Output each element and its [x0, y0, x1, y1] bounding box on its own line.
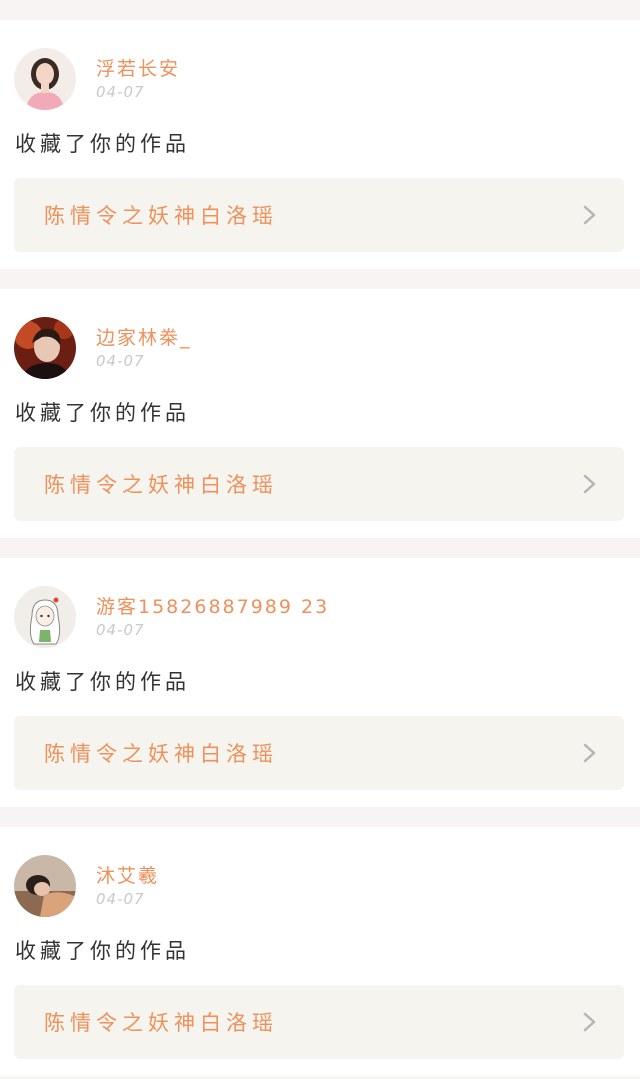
user-name[interactable]: 浮若长安 — [96, 54, 180, 81]
section-gap — [0, 269, 640, 289]
action-text: 收藏了你的作品 — [15, 401, 190, 425]
user-avatar[interactable] — [14, 48, 76, 110]
notification-item: 边家林桊_ 04-07 收藏了你的作品 陈情令之妖神白洛瑶 — [0, 289, 640, 538]
notification-item: 浮若长安 04-07 收藏了你的作品 陈情令之妖神白洛瑶 — [0, 20, 640, 269]
action-text: 收藏了你的作品 — [15, 670, 190, 694]
work-link[interactable]: 陈情令之妖神白洛瑶 — [14, 985, 624, 1059]
section-gap — [0, 538, 640, 558]
post-time: 04-07 — [96, 890, 145, 908]
work-title: 陈情令之妖神白洛瑶 — [44, 473, 278, 497]
action-text: 收藏了你的作品 — [15, 939, 190, 963]
user-name[interactable]: 边家林桊_ — [96, 323, 192, 350]
notification-item: 沐艾羲 04-07 收藏了你的作品 陈情令之妖神白洛瑶 — [0, 827, 640, 1076]
chevron-right-icon — [582, 742, 598, 764]
user-name[interactable]: 沐艾羲 — [96, 861, 159, 888]
work-title: 陈情令之妖神白洛瑶 — [44, 204, 278, 228]
avatar-man-red-background-icon — [14, 317, 76, 379]
avatar-person-lying-icon — [14, 855, 76, 917]
user-avatar[interactable] — [14, 317, 76, 379]
work-link[interactable]: 陈情令之妖神白洛瑶 — [14, 178, 624, 252]
post-time: 04-07 — [96, 352, 145, 370]
chevron-right-icon — [582, 204, 598, 226]
work-title: 陈情令之妖神白洛瑶 — [44, 1011, 278, 1035]
user-name[interactable]: 游客15826887989 23 — [96, 592, 329, 619]
chevron-right-icon — [582, 1011, 598, 1033]
avatar-woman-pink-dress-icon — [14, 48, 76, 110]
chevron-right-icon — [582, 473, 598, 495]
work-title: 陈情令之妖神白洛瑶 — [44, 742, 278, 766]
notification-item: 游客15826887989 23 04-07 收藏了你的作品 陈情令之妖神白洛瑶 — [0, 558, 640, 807]
work-link[interactable]: 陈情令之妖神白洛瑶 — [14, 716, 624, 790]
post-time: 04-07 — [96, 621, 145, 639]
avatar-cartoon-girl-icon — [14, 586, 76, 648]
user-avatar[interactable] — [14, 586, 76, 648]
section-gap — [0, 807, 640, 827]
post-time: 04-07 — [96, 83, 145, 101]
user-avatar[interactable] — [14, 855, 76, 917]
action-text: 收藏了你的作品 — [15, 132, 190, 156]
section-gap — [0, 0, 640, 20]
work-link[interactable]: 陈情令之妖神白洛瑶 — [14, 447, 624, 521]
notification-feed: 浮若长安 04-07 收藏了你的作品 陈情令之妖神白洛瑶 边家林桊_ 04-07… — [0, 0, 640, 1079]
